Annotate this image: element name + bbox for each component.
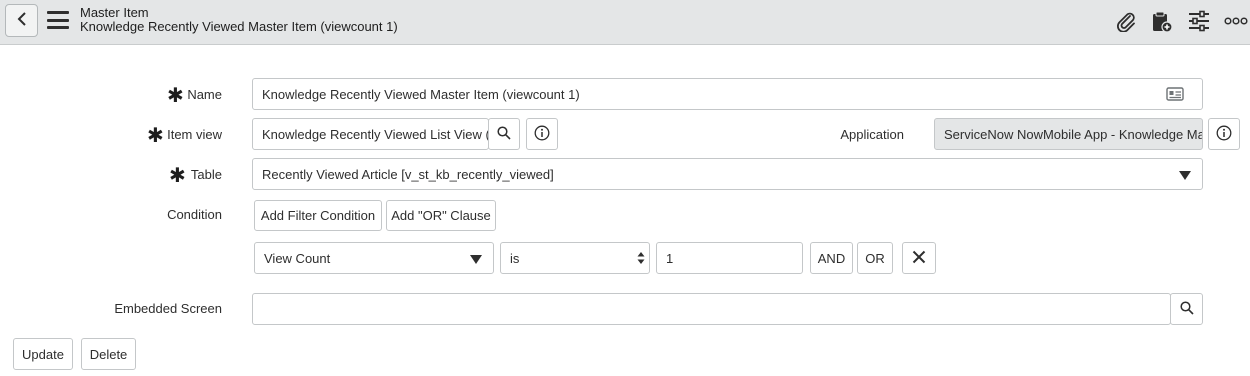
add-or-clause-button[interactable]: Add "OR" Clause <box>386 200 496 231</box>
sliders-icon[interactable] <box>1186 8 1212 34</box>
page-title: Master Item <box>80 5 149 20</box>
condition-label: Condition <box>167 207 222 222</box>
remove-condition-button[interactable] <box>902 242 936 274</box>
info-icon <box>534 125 550 144</box>
name-field[interactable]: Knowledge Recently Viewed Master Item (v… <box>252 78 1203 110</box>
search-icon <box>497 125 511 143</box>
application-info-button[interactable] <box>1208 118 1240 150</box>
updown-icon <box>637 251 645 268</box>
back-button[interactable] <box>5 4 38 37</box>
clipboard-add-icon[interactable] <box>1149 8 1175 34</box>
paperclip-icon[interactable] <box>1113 8 1139 34</box>
update-button[interactable]: Update <box>13 338 73 370</box>
or-button[interactable]: OR <box>857 242 893 274</box>
name-value: Knowledge Recently Viewed Master Item (v… <box>262 86 580 102</box>
item-view-label: Item view <box>167 127 222 142</box>
delete-button[interactable]: Delete <box>81 338 136 370</box>
form-header: Master Item Knowledge Recently Viewed Ma… <box>0 0 1250 45</box>
add-filter-condition-button[interactable]: Add Filter Condition <box>254 200 382 231</box>
embedded-screen-field[interactable] <box>252 293 1171 325</box>
chevron-down-icon <box>1179 171 1191 180</box>
item-view-value: Knowledge Recently Viewed List View (v <box>262 126 489 142</box>
close-icon <box>912 250 926 267</box>
table-label: Table <box>190 167 222 182</box>
chevron-down-icon <box>470 255 482 264</box>
item-view-field[interactable]: Knowledge Recently Viewed List View (v <box>252 118 489 150</box>
page-subtitle: Knowledge Recently Viewed Master Item (v… <box>80 19 398 34</box>
condition-field-value: View Count <box>264 250 331 266</box>
condition-operator-value: is <box>510 250 520 266</box>
condition-value: 1 <box>666 250 674 266</box>
back-icon <box>16 11 28 30</box>
item-view-info-button[interactable] <box>526 118 558 150</box>
condition-value-input[interactable]: 1 <box>656 242 803 274</box>
condition-field-select[interactable]: View Count <box>254 242 494 274</box>
table-select[interactable]: Recently Viewed Article [v_st_kb_recentl… <box>252 158 1203 190</box>
condition-operator-select[interactable]: is <box>500 242 650 274</box>
application-field: ServiceNow NowMobile App - Knowledge Man <box>934 118 1203 150</box>
card-icon <box>1166 87 1184 104</box>
application-value: ServiceNow NowMobile App - Knowledge Man <box>944 126 1203 142</box>
info-icon <box>1216 125 1232 144</box>
embedded-screen-label: Embedded Screen <box>114 301 222 316</box>
embedded-screen-lookup-button[interactable] <box>1170 293 1203 325</box>
table-value: Recently Viewed Article [v_st_kb_recentl… <box>262 166 554 182</box>
more-icon[interactable] <box>1223 8 1249 34</box>
item-view-lookup-button[interactable] <box>488 118 520 150</box>
search-icon <box>1179 300 1194 318</box>
and-button[interactable]: AND <box>810 242 853 274</box>
name-label: Name <box>187 87 222 102</box>
menu-icon[interactable] <box>47 11 69 29</box>
application-label: Application <box>840 127 904 142</box>
